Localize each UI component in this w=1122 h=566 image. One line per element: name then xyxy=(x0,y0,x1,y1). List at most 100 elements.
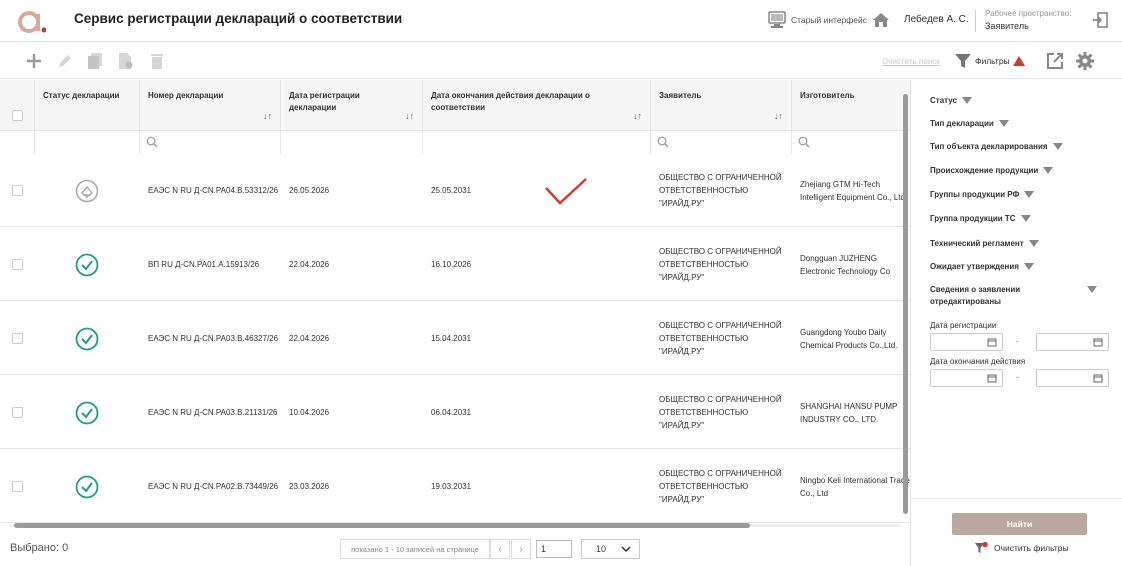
table-row[interactable]: ВП RU Д-CN.РА01.А.15913/26 22.04.2026 16… xyxy=(0,228,910,301)
add-icon[interactable] xyxy=(25,52,43,70)
sort-icon[interactable]: ↓↑ xyxy=(633,110,642,122)
old-interface-link[interactable]: Старый интерфейс xyxy=(768,11,867,28)
filter-product-groups-rf[interactable]: Группы продукции РФ xyxy=(930,190,1035,199)
filter-number-input[interactable] xyxy=(140,130,281,154)
sort-icon[interactable]: ↓↑ xyxy=(405,110,414,122)
end-date-from-input[interactable] xyxy=(930,369,1003,387)
cell-manufacturer: Ningbo Keli International Trade Co., Ltd xyxy=(800,475,910,498)
filter-status[interactable]: Статус xyxy=(930,96,972,105)
calendar-icon[interactable] xyxy=(987,337,997,347)
filter-tech-regulation[interactable]: Технический регламент xyxy=(930,239,1039,248)
chevron-right-icon: › xyxy=(519,543,523,555)
search-icon xyxy=(657,136,669,148)
filter-awaiting-approval[interactable]: Ожидает утверждения xyxy=(930,262,1034,271)
col-end-date[interactable]: Дата окончания действия декларации о соо… xyxy=(423,80,651,130)
triangle-down-icon[interactable] xyxy=(1087,286,1097,293)
sort-icon[interactable]: ↓↑ xyxy=(774,110,783,122)
check-mark-icon xyxy=(545,178,587,205)
filter-origin[interactable]: Происхождение продукции xyxy=(930,166,1054,175)
logo-icon[interactable] xyxy=(16,8,46,34)
next-page-button[interactable]: › xyxy=(511,539,531,559)
export-icon[interactable] xyxy=(1046,52,1064,70)
find-button[interactable]: Найти xyxy=(952,513,1087,535)
filter-declaration-type[interactable]: Тип декларации xyxy=(930,119,1009,128)
page-size-select[interactable]: 10 xyxy=(581,539,640,559)
toolbar: Очистить поиск Фильтры xyxy=(0,43,1122,79)
cell-number: ЕАЭС N RU Д-CN.РА02.В.73449/26 xyxy=(148,482,279,491)
page-number-input[interactable]: 1 xyxy=(536,540,572,558)
logout-icon[interactable] xyxy=(1092,12,1108,28)
triangle-up-icon xyxy=(1012,56,1025,66)
table-row[interactable]: ЕАЭС N RU Д-CN.РА03.В.21131/26 10.04.202… xyxy=(0,376,910,449)
cell-reg-date: 22.04.2026 xyxy=(289,260,330,269)
triangle-down-icon xyxy=(1043,167,1054,174)
select-all-checkbox[interactable] xyxy=(12,110,23,121)
table-row[interactable]: ЕАЭС N RU Д-CN.РА02.В.73449/26 23.03.202… xyxy=(0,450,910,523)
app-title: Сервис регистрации деклараций о соответс… xyxy=(74,11,403,26)
filter-product-group-ts[interactable]: Группа продукции ТС xyxy=(930,214,1031,223)
user-name[interactable]: Лебедев А. С. xyxy=(904,14,969,25)
table-row[interactable]: ЕАЭС N RU Д-CN.РА03.В.46327/26 22.04.202… xyxy=(0,302,910,375)
workspace-label: Рабочее пространство: xyxy=(985,9,1072,18)
clear-filters-button[interactable]: Очистить фильтры xyxy=(974,541,1069,555)
filter-manufacturer-input[interactable] xyxy=(792,130,910,154)
filter-applicant-input[interactable] xyxy=(651,130,792,154)
filter-reg-date-input[interactable] xyxy=(281,130,423,154)
row-checkbox[interactable] xyxy=(12,185,23,196)
filter-status-cell xyxy=(35,130,140,154)
table-row[interactable]: ЕАЭС N RU Д-CN.РА04.В.53312/26 26.05.202… xyxy=(0,154,910,227)
filter-cell xyxy=(0,130,35,154)
row-checkbox[interactable] xyxy=(12,333,23,344)
prev-page-button[interactable]: ‹ xyxy=(490,539,510,559)
vertical-scrollbar[interactable] xyxy=(902,80,910,520)
cell-applicant: ОБЩЕСТВО С ОГРАНИЧЕННОЙ ОТВЕТСТВЕННОСТЬЮ… xyxy=(659,247,782,282)
cell-manufacturer: Guangdong Youbo Daily Chemical Products … xyxy=(800,327,898,350)
range-dash: - xyxy=(1016,372,1019,382)
col-number[interactable]: Номер декларации ↓↑ xyxy=(140,80,281,130)
filter-edited-info[interactable]: Сведения о заявлении отредактированы xyxy=(930,284,1102,308)
calendar-icon[interactable] xyxy=(1093,337,1103,347)
cell-reg-date: 10.04.2026 xyxy=(289,408,330,417)
filter-end-date-input[interactable] xyxy=(423,130,651,154)
row-checkbox[interactable] xyxy=(12,481,23,492)
valid-status-icon xyxy=(75,327,99,351)
delete-icon[interactable] xyxy=(148,52,166,70)
reg-date-to-input[interactable] xyxy=(1036,333,1109,351)
funnel-icon xyxy=(955,54,971,68)
clear-search-link[interactable]: Очистить поиск xyxy=(882,57,940,66)
cell-applicant: ОБЩЕСТВО С ОГРАНИЧЕННОЙ ОТВЕТСТВЕННОСТЬЮ… xyxy=(659,321,782,356)
vertical-scroll-thumb[interactable] xyxy=(903,94,908,514)
cell-reg-date: 22.04.2026 xyxy=(289,334,330,343)
home-icon[interactable] xyxy=(872,12,890,28)
triangle-down-icon xyxy=(1023,263,1034,270)
copy-icon[interactable] xyxy=(86,52,104,70)
col-applicant[interactable]: Заявитель ↓↑ xyxy=(651,80,792,130)
end-date-to-input[interactable] xyxy=(1036,369,1109,387)
horizontal-scroll-thumb[interactable] xyxy=(14,523,750,528)
col-status[interactable]: Статус декларации xyxy=(35,80,140,130)
edit-icon[interactable] xyxy=(56,52,74,70)
header-divider xyxy=(975,10,976,32)
cell-end-date: 19.03.2031 xyxy=(431,482,472,491)
filters-button[interactable]: Фильтры xyxy=(954,52,1025,70)
row-checkbox[interactable] xyxy=(12,407,23,418)
range-dash: - xyxy=(1016,336,1019,346)
cell-number: ВП RU Д-CN.РА01.А.15913/26 xyxy=(148,260,260,269)
workspace-value[interactable]: Заявитель xyxy=(985,21,1029,31)
calendar-icon[interactable] xyxy=(1093,373,1103,383)
col-manufacturer[interactable]: Изготовитель xyxy=(792,80,910,130)
gear-icon[interactable] xyxy=(1076,52,1094,70)
cell-end-date: 15.04.2031 xyxy=(431,334,472,343)
calendar-icon[interactable] xyxy=(987,373,997,383)
reg-date-from-input[interactable] xyxy=(930,333,1003,351)
filter-object-type[interactable]: Тип объекта декларирования xyxy=(930,142,1063,151)
row-checkbox[interactable] xyxy=(12,259,23,270)
col-reg-date[interactable]: Дата регистрации декларации ↓↑ xyxy=(281,80,423,130)
cell-reg-date: 26.05.2026 xyxy=(289,186,330,195)
document-settings-icon[interactable] xyxy=(116,52,134,70)
pager-info: показано 1 - 10 записей на странице xyxy=(340,539,490,559)
sort-icon[interactable]: ↓↑ xyxy=(263,110,272,122)
horizontal-scrollbar[interactable] xyxy=(0,520,910,530)
triangle-down-icon xyxy=(961,97,972,104)
valid-status-icon xyxy=(75,475,99,499)
